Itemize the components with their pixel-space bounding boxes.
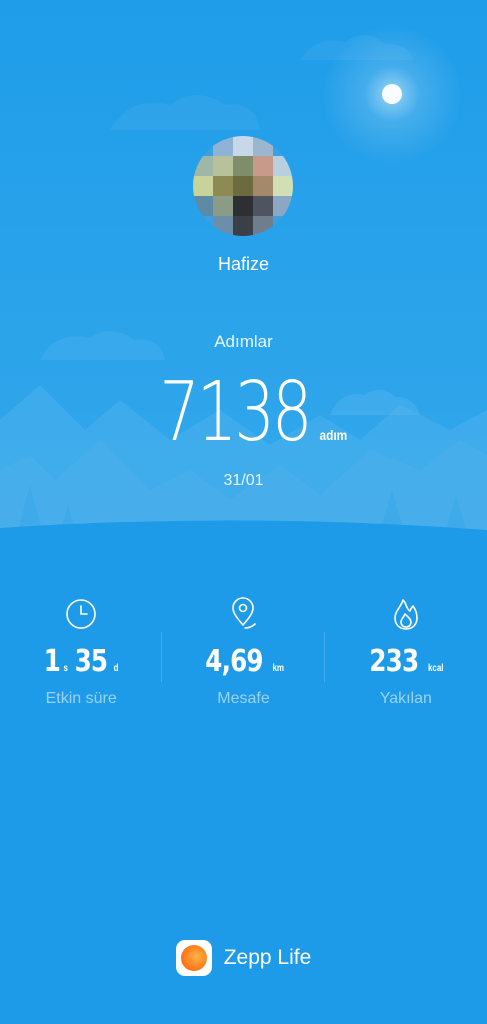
active-time-value: 1 s 35 d xyxy=(42,644,121,682)
calories-unit: kcal xyxy=(427,663,444,674)
flame-icon xyxy=(388,596,424,632)
calories-value: 233 kcal xyxy=(364,644,447,682)
zepp-life-logo-icon xyxy=(175,940,212,976)
active-time-label: Etkin süre xyxy=(45,690,117,707)
distance-unit: km xyxy=(272,663,285,674)
steps-counter[interactable]: 7138 adım xyxy=(0,368,487,458)
brand-name: Zepp Life xyxy=(223,946,312,969)
active-time-hours-unit: s xyxy=(63,663,69,674)
distance-number: 4,69 xyxy=(205,644,264,679)
calories-label: Yakılan xyxy=(379,690,432,707)
steps-date: 31/01 xyxy=(223,472,264,489)
distance-label: Mesafe xyxy=(217,690,270,707)
steps-label: Adımlar xyxy=(214,332,273,351)
active-time-minutes: 35 xyxy=(74,644,108,679)
brand-footer: Zepp Life xyxy=(0,940,487,976)
stat-active-time[interactable]: 1 s 35 d Etkin süre xyxy=(0,596,163,716)
activity-stats: 1 s 35 d Etkin süre 4,69 km Mesafe 233 k… xyxy=(0,596,487,716)
location-pin-icon xyxy=(225,596,261,632)
active-time-minutes-unit: d xyxy=(113,663,119,674)
calories-number: 233 xyxy=(369,644,420,679)
active-time-hours: 1 xyxy=(43,644,60,679)
steps-value: 7138 xyxy=(158,365,312,460)
stat-calories[interactable]: 233 kcal Yakılan xyxy=(325,596,487,716)
distance-value: 4,69 km xyxy=(199,644,287,682)
avatar[interactable] xyxy=(193,136,293,236)
steps-unit: adım xyxy=(319,427,347,443)
profile-name: Hafize xyxy=(217,254,270,274)
stat-distance[interactable]: 4,69 km Mesafe xyxy=(162,596,325,716)
clock-icon xyxy=(63,596,99,632)
